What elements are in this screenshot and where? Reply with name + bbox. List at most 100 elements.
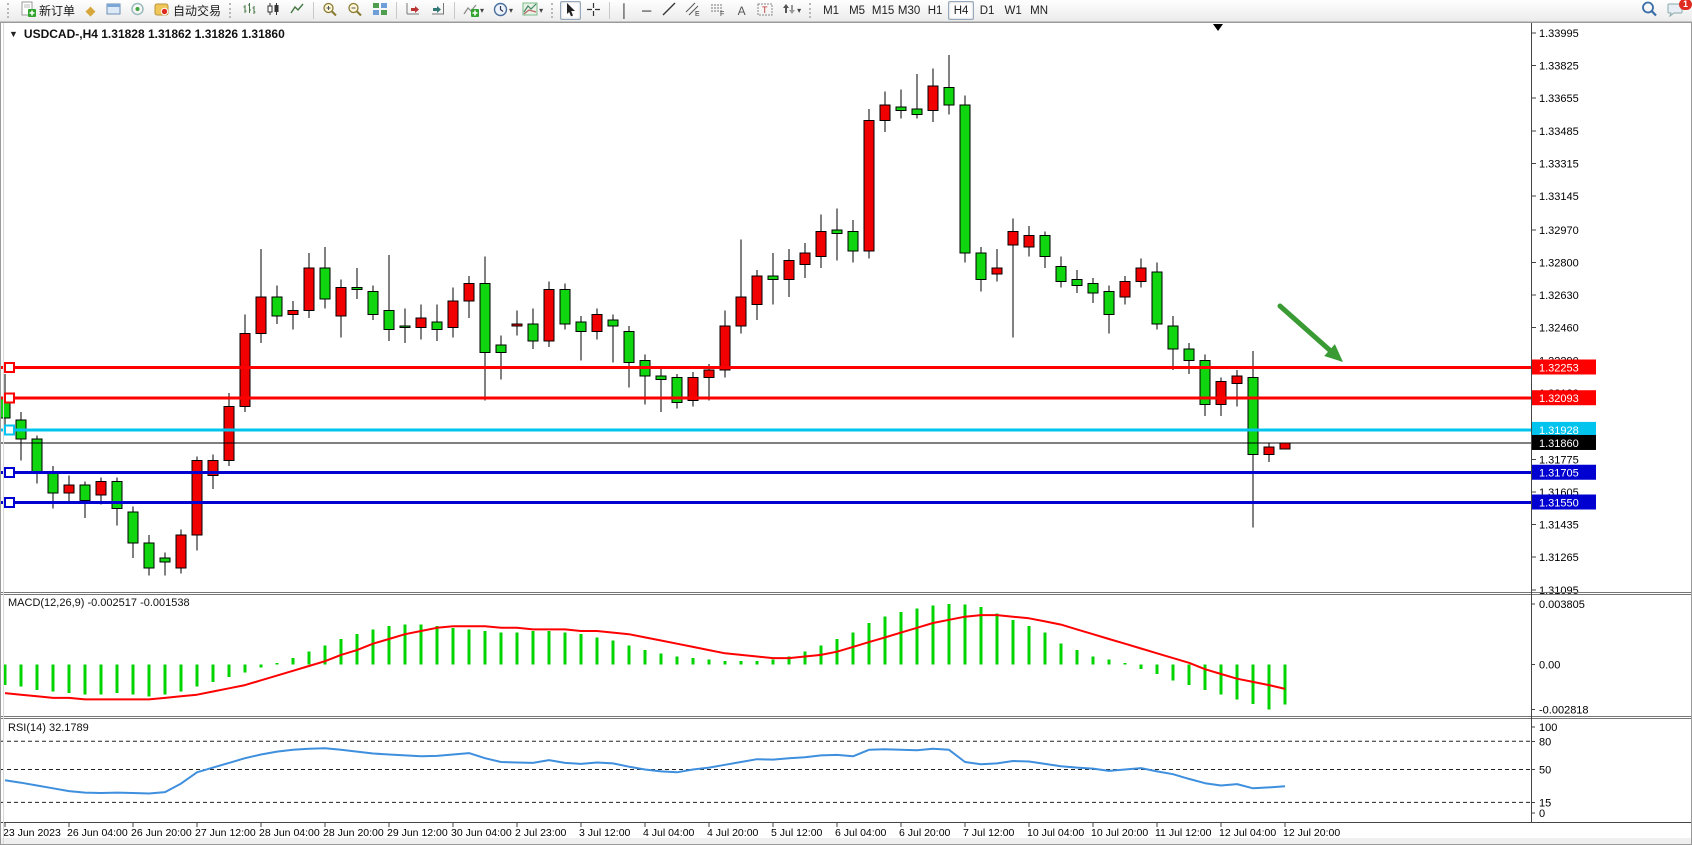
charts-gold-icon: ◆: [86, 4, 96, 17]
toolbar-grip[interactable]: [7, 3, 12, 18]
svg-text:1.32970: 1.32970: [1539, 225, 1579, 237]
timeframe-button-MN[interactable]: MN: [1026, 1, 1052, 20]
text-label-tool-button[interactable]: T: [753, 1, 777, 20]
indicators-icon: [463, 2, 479, 20]
svg-text:0: 0: [1539, 808, 1545, 820]
svg-text:28 Jun 04:00: 28 Jun 04:00: [259, 827, 320, 839]
svg-text:7 Jul 12:00: 7 Jul 12:00: [963, 827, 1015, 839]
svg-text:50: 50: [1539, 765, 1551, 777]
channel-icon: E: [685, 2, 701, 20]
vline-icon: │: [621, 4, 629, 17]
svg-text:11 Jul 12:00: 11 Jul 12:00: [1155, 827, 1212, 839]
horizontal-line-tool-button[interactable]: ─: [636, 1, 657, 20]
cursor-tool-button[interactable]: [560, 1, 581, 20]
bar-chart-button[interactable]: [238, 1, 261, 20]
tile-windows-button[interactable]: [368, 1, 392, 20]
candlestick-icon: [266, 2, 281, 19]
auto-scroll-icon: [405, 2, 421, 19]
timeframe-group: M1M5M15M30H1H4D1W1MN: [818, 1, 1052, 20]
timeframe-button-M15[interactable]: M15: [870, 1, 896, 20]
svg-text:1.31550: 1.31550: [1539, 498, 1579, 510]
collapse-triangle-icon: ▼: [9, 29, 18, 39]
toolbar-grip[interactable]: [551, 3, 556, 18]
timeframe-button-M5[interactable]: M5: [844, 1, 870, 20]
fibonacci-tool-button[interactable]: F: [706, 1, 730, 20]
text-label-icon: T: [757, 2, 773, 20]
signal-button[interactable]: [126, 1, 149, 20]
chart-canvas[interactable]: 1.339951.338251.336551.334851.333151.331…: [0, 0, 1692, 845]
timeframe-button-H1[interactable]: H1: [922, 1, 948, 20]
svg-text:1.32800: 1.32800: [1539, 257, 1579, 269]
symbol-info-bar[interactable]: ▼ USDCAD-,H4 1.31828 1.31862 1.31826 1.3…: [9, 27, 285, 41]
timeframe-button-W1[interactable]: W1: [1000, 1, 1026, 20]
trendline-tool-button[interactable]: [658, 1, 680, 20]
vertical-line-tool-button[interactable]: │: [614, 1, 635, 20]
text-tool-button[interactable]: A: [731, 1, 752, 20]
candlestick-button[interactable]: [262, 1, 285, 20]
tile-windows-icon: [372, 2, 388, 19]
timeframe-button-M30[interactable]: M30: [896, 1, 922, 20]
svg-text:1.33825: 1.33825: [1539, 61, 1579, 73]
crosshair-tool-button[interactable]: [582, 1, 605, 20]
zoom-out-button[interactable]: [343, 1, 367, 20]
auto-trading-icon: [154, 2, 170, 20]
toolbar-grip[interactable]: [809, 3, 814, 18]
hline-icon: ─: [642, 4, 651, 17]
chevron-down-icon: ▾: [797, 7, 801, 15]
svg-text:4 Jul 20:00: 4 Jul 20:00: [707, 827, 759, 839]
svg-text:1.33315: 1.33315: [1539, 159, 1579, 171]
svg-text:1.31775: 1.31775: [1539, 454, 1579, 466]
charts-gold-button[interactable]: ◆: [80, 1, 101, 20]
svg-text:1.31860: 1.31860: [1539, 438, 1579, 450]
svg-text:1.31095: 1.31095: [1539, 585, 1579, 597]
svg-text:1.33655: 1.33655: [1539, 93, 1579, 105]
text-icon: A: [738, 5, 746, 17]
svg-text:1.32093: 1.32093: [1539, 393, 1579, 405]
fibonacci-icon: F: [710, 2, 726, 20]
svg-text:27 Jun 12:00: 27 Jun 12:00: [195, 827, 256, 839]
chevron-down-icon: ▾: [480, 7, 484, 15]
line-chart-icon: [290, 2, 305, 19]
auto-trading-label: 自动交易: [173, 2, 221, 19]
shapes-icon: [782, 2, 796, 19]
svg-text:2 Jul 23:00: 2 Jul 23:00: [515, 827, 567, 839]
svg-text:0.00: 0.00: [1539, 659, 1560, 671]
timeframe-button-H4[interactable]: H4: [948, 1, 974, 20]
toolbar: 新订单 ◆ 自动交易: [0, 0, 1692, 22]
svg-text:6 Jul 20:00: 6 Jul 20:00: [899, 827, 951, 839]
periods-icon: [493, 2, 508, 20]
zoom-in-icon: [322, 2, 338, 20]
timeframe-button-M1[interactable]: M1: [818, 1, 844, 20]
market-window-icon: [106, 2, 121, 19]
indicators-button[interactable]: ▾: [459, 1, 488, 20]
templates-button[interactable]: ▾: [518, 1, 547, 20]
svg-text:1.31435: 1.31435: [1539, 520, 1579, 532]
new-order-icon: [20, 1, 36, 20]
auto-trading-button[interactable]: 自动交易: [150, 1, 225, 20]
zoom-in-button[interactable]: [318, 1, 342, 20]
svg-text:E: E: [695, 11, 700, 17]
cursor-icon: [564, 2, 577, 20]
signal-icon: [130, 2, 145, 19]
symbol-ohlc-text: USDCAD-,H4 1.31828 1.31862 1.31826 1.318…: [24, 27, 285, 41]
line-chart-button[interactable]: [286, 1, 309, 20]
new-order-button[interactable]: 新订单: [16, 1, 79, 20]
svg-text:80: 80: [1539, 736, 1551, 748]
svg-text:1.31265: 1.31265: [1539, 552, 1579, 564]
shapes-tool-button[interactable]: ▾: [778, 1, 805, 20]
svg-text:12 Jul 04:00: 12 Jul 04:00: [1219, 827, 1276, 839]
channel-tool-button[interactable]: E: [681, 1, 705, 20]
market-window-button[interactable]: [102, 1, 125, 20]
chart-shift-button[interactable]: [426, 1, 450, 20]
notification-badge: 1: [1679, 0, 1692, 10]
auto-scroll-button[interactable]: [401, 1, 425, 20]
toolbar-grip[interactable]: [229, 3, 234, 18]
chart-shift-icon: [430, 2, 446, 19]
periods-button[interactable]: ▾: [489, 1, 517, 20]
search-icon: [1641, 1, 1658, 20]
svg-text:3 Jul 12:00: 3 Jul 12:00: [579, 827, 631, 839]
svg-text:10 Jul 20:00: 10 Jul 20:00: [1091, 827, 1148, 839]
timeframe-button-D1[interactable]: D1: [974, 1, 1000, 20]
search-button[interactable]: [1637, 1, 1662, 20]
notifications-button[interactable]: 1: [1663, 1, 1688, 20]
